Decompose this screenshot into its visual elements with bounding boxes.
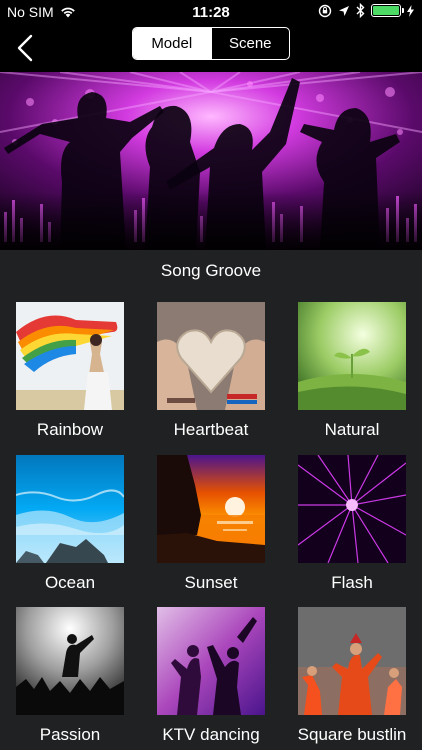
passion-thumbnail [16,607,124,715]
section-title: Song Groove [160,261,262,280]
battery-icon [371,4,404,17]
mode-tile-heartbeat[interactable]: Heartbeat [157,302,265,439]
bluetooth-icon [356,3,365,18]
chevron-left-icon[interactable] [14,33,38,63]
mode-tile-flash[interactable]: Flash [298,455,406,592]
navigation-bar: Model Scene [0,24,422,72]
square-bustlin-thumbnail [298,607,406,715]
mode-tile-natural[interactable]: Natural [298,302,406,439]
banner-image [0,72,422,250]
mode-label: Flash [331,573,373,592]
ktv-dancing-thumbnail [157,607,265,715]
mode-label: Rainbow [36,420,104,439]
mode-tile-ocean[interactable]: Ocean [16,455,124,592]
status-bar: No SIM 11:28 [0,0,422,24]
concert-banner-illustration [0,72,422,250]
ocean-thumbnail [16,455,124,563]
mode-tile-passion[interactable]: Passion [16,607,124,744]
model-scene-segmented-control: Model Scene [132,27,290,60]
mode-label: Natural [324,420,380,439]
location-arrow-icon [339,5,349,16]
tab-model[interactable]: Model [133,28,211,59]
charging-bolt-icon [407,4,414,17]
mode-label: Heartbeat [173,420,249,439]
mode-label: KTV dancing [162,725,260,744]
content-area: Song Groove Rainbow Heartbeat Natural Oc… [0,250,422,750]
battery-level [373,6,399,15]
mode-tile-sunset[interactable]: Sunset [157,455,265,592]
mode-label: Sunset [184,573,238,592]
tab-scene[interactable]: Scene [210,28,290,59]
flash-thumbnail [298,455,406,563]
mode-tile-rainbow[interactable]: Rainbow [16,302,124,439]
mode-tile-ktv-dancing[interactable]: KTV dancing [157,607,265,744]
natural-thumbnail [298,302,406,410]
sunset-thumbnail [157,455,265,563]
rainbow-thumbnail [16,302,124,410]
mode-label: Square bustlin [297,725,407,744]
mode-label: Ocean [44,573,96,592]
orientation-lock-icon [318,4,332,17]
status-right [318,3,414,18]
mode-tile-square-bustlin[interactable]: Square bustlin [298,607,406,744]
heartbeat-thumbnail [157,302,265,410]
mode-label: Passion [39,725,101,744]
